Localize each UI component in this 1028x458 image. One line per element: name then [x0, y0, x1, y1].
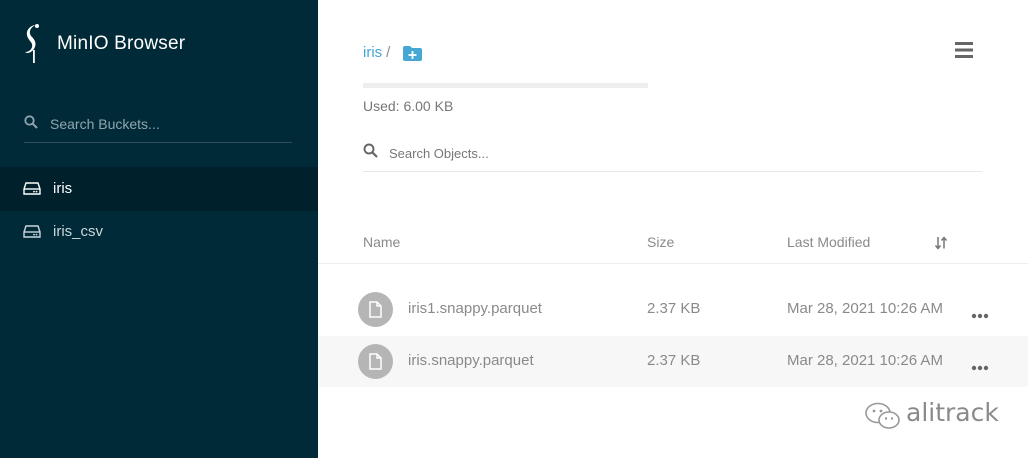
sidebar: MinIO Browser iris [0, 0, 318, 458]
object-size: 2.37 KB [647, 352, 701, 369]
breadcrumb: iris / [363, 44, 390, 61]
main-panel: iris/ Used: 6.00 KB Name Size Last Modi [318, 0, 1028, 458]
usage-text: Used: 6.00 KB [363, 98, 454, 114]
more-icon[interactable] [971, 306, 989, 324]
bucket-search [24, 108, 292, 143]
breadcrumb-separator: / [386, 44, 391, 61]
wechat-icon [864, 402, 902, 435]
table-row[interactable]: iris.snappy.parquet 2.37 KB Mar 28, 2021… [318, 336, 1028, 387]
search-icon [24, 115, 38, 134]
bucket-item-iris-csv[interactable]: iris_csv [0, 210, 318, 254]
app-title: MinIO Browser [57, 33, 186, 54]
bucket-label: iris [53, 180, 73, 197]
more-icon[interactable] [971, 358, 989, 376]
drive-icon [23, 182, 41, 201]
search-icon [363, 143, 378, 163]
column-size-header[interactable]: Size [647, 234, 674, 250]
watermark-text: alitrack [906, 398, 999, 427]
object-search [363, 138, 982, 172]
object-modified: Mar 28, 2021 10:26 AM [787, 300, 943, 317]
object-modified: Mar 28, 2021 10:26 AM [787, 352, 943, 369]
bucket-item-iris[interactable]: iris [0, 167, 318, 211]
column-modified-header[interactable]: Last Modified [787, 234, 870, 250]
file-icon [358, 292, 393, 327]
table-header: Name Size Last Modified [318, 224, 1028, 264]
object-size: 2.37 KB [647, 300, 701, 317]
hamburger-menu-icon[interactable] [954, 41, 974, 64]
minio-logo-icon [22, 22, 46, 69]
add-folder-icon[interactable] [402, 45, 423, 67]
sort-icon[interactable] [934, 236, 948, 255]
table-row[interactable]: iris1.snappy.parquet 2.37 KB Mar 28, 202… [318, 284, 1028, 335]
file-icon [358, 344, 393, 379]
bucket-search-input[interactable] [48, 112, 292, 136]
bucket-label: iris_csv [53, 223, 104, 240]
object-name[interactable]: iris1.snappy.parquet [408, 300, 542, 317]
usage-bar [363, 83, 648, 88]
object-search-input[interactable] [387, 141, 971, 165]
drive-icon [23, 225, 41, 244]
breadcrumb-bucket[interactable]: iris [363, 44, 382, 61]
column-name-header[interactable]: Name [363, 234, 400, 250]
object-name[interactable]: iris.snappy.parquet [408, 352, 534, 369]
